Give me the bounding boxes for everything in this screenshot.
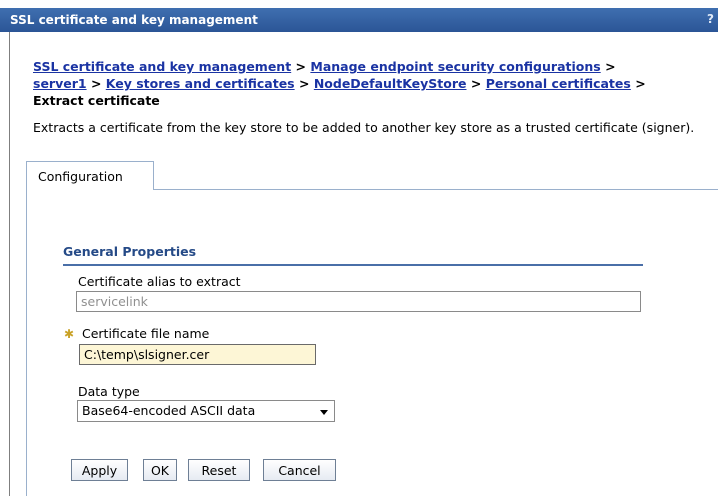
tab-configuration[interactable]: Configuration [26,161,154,190]
breadcrumb-separator: > [635,76,646,91]
data-type-label: Data type [78,384,140,399]
help-icon[interactable]: ? [707,12,714,26]
breadcrumb-current: Extract certificate [33,93,160,108]
breadcrumb-separator: > [470,76,482,91]
breadcrumb-link-ssl-management[interactable]: SSL certificate and key management [33,59,291,74]
breadcrumb-separator: > [298,76,310,91]
panel-border [26,190,27,496]
chevron-down-icon [320,410,328,415]
window-title: SSL certificate and key management [10,13,258,27]
breadcrumb-link-endpoint-configs[interactable]: Manage endpoint security configurations [310,59,600,74]
tab-bar: Configuration [26,161,718,191]
frame-border [9,32,10,496]
data-type-selected-value: Base64-encoded ASCII data [82,403,256,418]
breadcrumb-separator: > [90,76,102,91]
ok-button[interactable]: OK [143,459,177,481]
apply-button[interactable]: Apply [71,459,128,481]
section-title-general-properties: General Properties [63,244,643,266]
breadcrumb-link-node-default-keystore[interactable]: NodeDefaultKeyStore [314,76,467,91]
certificate-file-name-input[interactable] [79,344,316,365]
breadcrumb-line-1: SSL certificate and key management > Man… [33,58,718,75]
file-name-label: Certificate file name [82,326,210,341]
breadcrumb-link-server1[interactable]: server1 [33,76,87,91]
data-type-select[interactable]: Base64-encoded ASCII data [77,400,335,422]
tab-divider [154,189,718,190]
reset-button[interactable]: Reset [188,459,250,481]
breadcrumb: SSL certificate and key management > Man… [33,58,718,109]
breadcrumb-link-key-stores[interactable]: Key stores and certificates [106,76,295,91]
alias-label: Certificate alias to extract [78,274,241,289]
breadcrumb-separator: > [295,59,307,74]
page-description: Extracts a certificate from the key stor… [33,120,695,135]
cancel-button[interactable]: Cancel [263,459,336,481]
required-star-icon: ✱ [64,327,75,341]
breadcrumb-line-2: server1 > Key stores and certificates > … [33,75,718,92]
breadcrumb-link-personal-certificates[interactable]: Personal certificates [486,76,631,91]
breadcrumb-separator: > [605,59,616,74]
certificate-alias-field[interactable] [76,291,641,312]
window-title-bar: SSL certificate and key management ? [0,8,718,32]
